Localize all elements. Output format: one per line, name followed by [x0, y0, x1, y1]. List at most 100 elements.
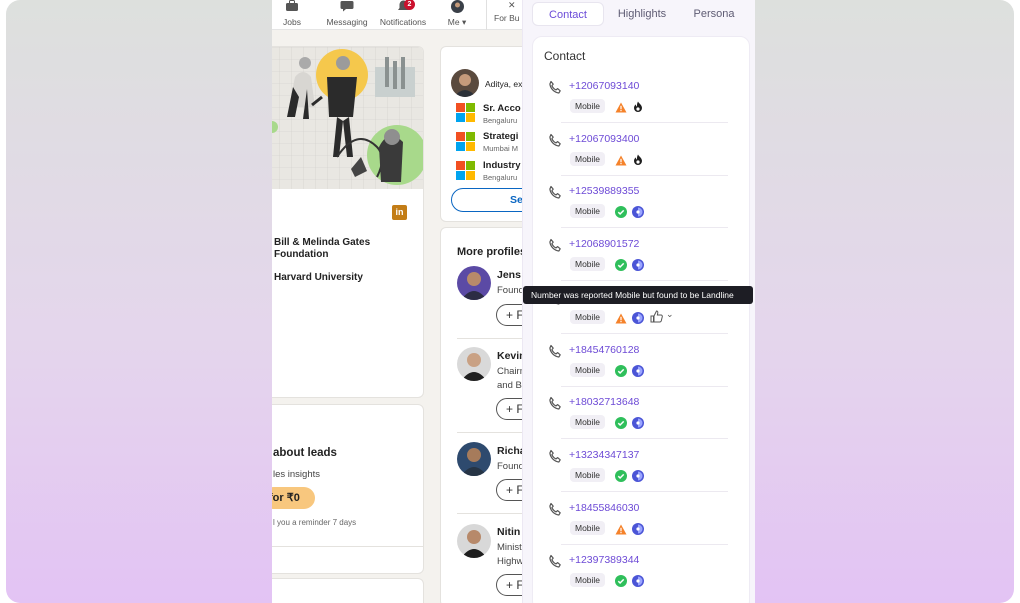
divider — [561, 332, 728, 334]
contact-row: +12397389344 Mobile — [533, 551, 751, 603]
profile-description: Highw — [497, 556, 522, 567]
phone-number[interactable]: +12067093140 — [569, 80, 639, 92]
phone-icon — [547, 502, 563, 523]
data-source-icon — [632, 311, 644, 329]
company-location: Mumbai M — [483, 144, 519, 153]
contact-row: +18455846030 Mobile — [533, 499, 751, 552]
nav-jobs[interactable]: Jobs — [278, 0, 306, 27]
contact-row: +18032713648 Mobile — [533, 393, 751, 446]
verified-check-icon[interactable] — [615, 469, 627, 487]
profile-name[interactable]: Jens — [497, 269, 521, 281]
microsoft-logo-icon — [456, 132, 476, 152]
divider — [561, 543, 728, 545]
phone-type-badge: Mobile — [570, 309, 606, 324]
linkedin-badge-icon: in — [392, 205, 407, 220]
phone-number[interactable]: +12539889355 — [569, 185, 639, 197]
viewer-card: Aditya, ex Sr. Acco Bengaluru Strategi M… — [440, 46, 522, 222]
premium-note: l you a reminder 7 days — [273, 518, 357, 527]
profile-name[interactable]: Nitin — [497, 526, 520, 538]
verified-check-icon[interactable] — [615, 205, 627, 223]
verified-check-icon[interactable] — [615, 258, 627, 276]
follow-button[interactable]: + F — [496, 479, 522, 501]
nav-messaging[interactable]: Messaging — [324, 0, 370, 27]
profile-avatar[interactable] — [457, 347, 491, 381]
nav-notifications[interactable]: 2 Notifications — [376, 0, 430, 27]
viewer-avatar — [451, 69, 479, 97]
linkedin-top-nav: Jobs Messaging 2 Notifications Me ▾ ✕ Fo… — [272, 0, 522, 30]
nav-me[interactable]: Me ▾ — [444, 0, 470, 28]
divider — [561, 227, 728, 229]
phone-number[interactable]: +13234347137 — [569, 449, 639, 461]
see-all-button[interactable]: Se — [451, 188, 522, 212]
linkedin-page: Jobs Messaging 2 Notifications Me ▾ ✕ Fo… — [272, 0, 522, 603]
contact-row: +12067093140 Mobile — [533, 77, 751, 130]
contact-row: +12068901572 Mobile — [533, 235, 751, 288]
phone-number[interactable]: +18454760128 — [569, 344, 639, 356]
profile-avatar[interactable] — [457, 524, 491, 558]
phone-icon — [547, 396, 563, 417]
contact-section: Contact +12067093140 Mobile +12067093400 Mo… — [532, 36, 750, 603]
education-item[interactable]: Bill & Melinda Gates Foundation — [274, 237, 394, 261]
bottom-card — [272, 578, 424, 603]
verified-check-icon[interactable] — [615, 416, 627, 434]
tab-contact[interactable]: Contact — [532, 2, 604, 26]
warning-icon[interactable] — [615, 153, 627, 171]
phone-icon — [547, 133, 563, 154]
contact-row: +12067093400 Mobile — [533, 130, 751, 183]
tab-highlights[interactable]: Highlights — [609, 2, 675, 26]
phone-type-badge: Mobile — [570, 204, 606, 219]
microsoft-logo-icon — [456, 161, 476, 181]
profile-description: Minist — [497, 542, 522, 553]
company-name[interactable]: Sr. Acco — [483, 103, 521, 114]
company-location: Bengaluru — [483, 173, 518, 182]
me-avatar-icon — [450, 0, 464, 13]
phone-number[interactable]: +12397389344 — [569, 554, 639, 566]
premium-cta-button[interactable]: for ₹0 — [272, 487, 315, 509]
warning-icon[interactable] — [615, 311, 627, 329]
phone-number[interactable]: +12068901572 — [569, 238, 639, 250]
phone-type-badge: Mobile — [570, 467, 606, 482]
divider — [272, 546, 423, 547]
follow-button[interactable]: + F — [496, 304, 522, 326]
follow-button[interactable]: + F — [496, 574, 522, 596]
phone-number[interactable]: +18455846030 — [569, 502, 639, 514]
chevron-down-icon[interactable]: ⌄ — [666, 309, 674, 320]
company-name[interactable]: Industry — [483, 160, 520, 171]
follow-button[interactable]: + F — [496, 398, 522, 420]
phone-icon — [547, 554, 563, 575]
divider — [561, 438, 728, 440]
company-name[interactable]: Strategi — [483, 131, 518, 142]
profile-avatar[interactable] — [457, 442, 491, 476]
warning-icon[interactable] — [615, 100, 627, 118]
data-source-icon — [632, 522, 644, 540]
profile-avatar[interactable] — [457, 266, 491, 300]
thumbs-up-icon[interactable] — [650, 310, 663, 328]
warning-icon[interactable] — [615, 522, 627, 540]
divider — [457, 432, 522, 433]
section-title: Contact — [544, 49, 586, 63]
message-icon — [340, 1, 354, 12]
divider — [457, 338, 522, 339]
tab-persona[interactable]: Persona — [685, 2, 743, 26]
verified-check-icon[interactable] — [615, 364, 627, 382]
profile-name[interactable]: Richa — [497, 445, 522, 457]
more-profiles-title: More profiles — [457, 246, 522, 258]
verified-check-icon[interactable] — [615, 574, 627, 592]
profile-description: Chairm — [497, 366, 522, 377]
data-source-icon — [632, 574, 644, 592]
nav-for-business[interactable]: ✕ For Bu — [494, 0, 522, 23]
more-profiles-card: More profiles Jens Found + F Kevin Chair… — [440, 227, 522, 603]
close-icon: ✕ — [508, 0, 516, 10]
divider — [561, 280, 728, 282]
education-item[interactable]: Harvard University — [274, 272, 394, 284]
premium-card: about leads les insights for ₹0 l you a … — [272, 404, 424, 574]
phone-type-badge: Mobile — [570, 151, 606, 166]
phone-number[interactable]: +18032713648 — [569, 396, 639, 408]
phone-number[interactable]: +12067093400 — [569, 133, 639, 145]
notification-count-badge: 2 — [404, 0, 415, 10]
profile-name[interactable]: Kevin — [497, 350, 522, 362]
phone-type-badge: Mobile — [570, 415, 606, 430]
landline-tooltip: Number was reported Mobile but found to … — [523, 286, 753, 304]
microsoft-logo-icon — [456, 103, 476, 123]
profile-description: and B — [497, 380, 522, 391]
